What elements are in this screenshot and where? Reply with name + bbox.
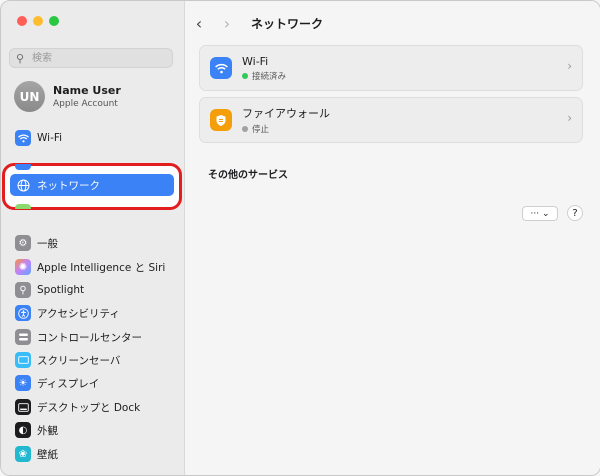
gear-icon: ⚙ (15, 235, 31, 251)
control-center-icon (15, 329, 31, 345)
sidebar-item-label: 外観 (37, 424, 58, 437)
magnifier-icon: ⚲ (15, 282, 31, 298)
chevron-right-icon: › (567, 59, 572, 73)
toolbar: ‹ › ネットワーク (185, 9, 323, 37)
wifi-icon (210, 57, 232, 79)
sidebar-item-label: Apple Intelligence と Siri (37, 261, 166, 274)
settings-window: ⚲ UN Name User Apple Account Wi-Fi (0, 0, 600, 476)
chevron-right-icon: › (567, 111, 572, 125)
minimize-button[interactable] (33, 16, 43, 26)
vpn-icon-partial (15, 204, 31, 209)
wallpaper-icon: ❀ (15, 446, 31, 462)
sidebar-item-label: 一般 (37, 237, 58, 250)
sidebar-item-label: Spotlight (37, 284, 85, 296)
service-name: Wi-Fi (242, 54, 269, 68)
service-row-firewall[interactable]: ファイアウォール 停止 › (199, 97, 583, 143)
dock-icon (15, 399, 31, 415)
service-status: 接続済み (252, 71, 287, 82)
sidebar-item-screensaver[interactable]: スクリーンセーバ (10, 349, 174, 371)
sidebar-item-label: デスクトップと Dock (37, 401, 141, 414)
close-button[interactable] (17, 16, 27, 26)
search-icon: ⚲ (16, 51, 25, 65)
sidebar-item-desktop-dock[interactable]: デスクトップと Dock (10, 396, 174, 418)
sidebar: ⚲ UN Name User Apple Account Wi-Fi (1, 1, 185, 475)
sidebar-item-apple-intelligence[interactable]: ✺ Apple Intelligence と Siri (10, 256, 174, 278)
sidebar-item-label: 壁紙 (37, 448, 58, 461)
traffic-lights (17, 16, 59, 26)
sidebar-item-label: ネットワーク (37, 179, 100, 192)
apple-intelligence-icon: ✺ (15, 259, 31, 275)
sidebar-item-wallpaper[interactable]: ❀ 壁紙 (10, 443, 174, 465)
user-subtitle: Apple Account (53, 99, 118, 109)
main-content: ‹ › ネットワーク Wi-Fi 接続済み › ファイアウォール 停止 › その… (185, 1, 600, 475)
user-name: Name User (53, 84, 121, 97)
forward-button[interactable]: › (213, 14, 241, 33)
sidebar-item-spotlight[interactable]: ⚲ Spotlight (10, 279, 174, 301)
sun-icon: ☀ (15, 375, 31, 391)
sidebar-item-label: アクセシビリティ (37, 307, 120, 320)
accessibility-icon (15, 305, 31, 321)
avatar: UN (14, 81, 45, 112)
search-input[interactable] (30, 51, 164, 65)
service-row-wifi[interactable]: Wi-Fi 接続済み › (199, 45, 583, 91)
status-dot (242, 72, 248, 79)
help-button[interactable]: ? (567, 205, 583, 221)
sidebar-item-control-center[interactable]: コントロールセンター (10, 326, 174, 348)
sidebar-item-accessibility[interactable]: アクセシビリティ (10, 302, 174, 324)
sidebar-item-displays[interactable]: ☀ ディスプレイ (10, 372, 174, 394)
more-actions-button[interactable]: ··· ⌄ (522, 206, 558, 221)
sidebar-item-label: ディスプレイ (37, 377, 100, 390)
sidebar-item-label: スクリーンセーバ (37, 354, 121, 367)
screensaver-icon (15, 352, 31, 368)
bluetooth-icon-partial (15, 164, 31, 170)
appearance-icon: ◐ (15, 422, 31, 438)
sidebar-item-general[interactable]: ⚙ 一般 (10, 232, 174, 254)
wifi-icon (15, 130, 31, 146)
sidebar-item-appearance[interactable]: ◐ 外観 (10, 419, 174, 441)
sidebar-item-wifi[interactable]: Wi-Fi (10, 127, 174, 149)
sidebar-item-label: コントロールセンター (37, 331, 142, 344)
page-title: ネットワーク (251, 16, 324, 31)
back-button[interactable]: ‹ (185, 14, 213, 33)
search-field[interactable]: ⚲ (9, 48, 173, 68)
status-dot (242, 126, 248, 132)
sidebar-item-label: Wi-Fi (37, 132, 63, 144)
firewall-shield-icon (210, 109, 232, 131)
service-name: ファイアウォール (242, 107, 330, 120)
globe-icon (15, 177, 31, 193)
zoom-button[interactable] (49, 16, 59, 26)
apple-account-row[interactable]: UN Name User Apple Account (14, 81, 121, 112)
service-status: 停止 (252, 125, 270, 135)
sidebar-item-network[interactable]: ネットワーク (10, 174, 174, 196)
other-services-heading: その他のサービス (208, 170, 288, 181)
